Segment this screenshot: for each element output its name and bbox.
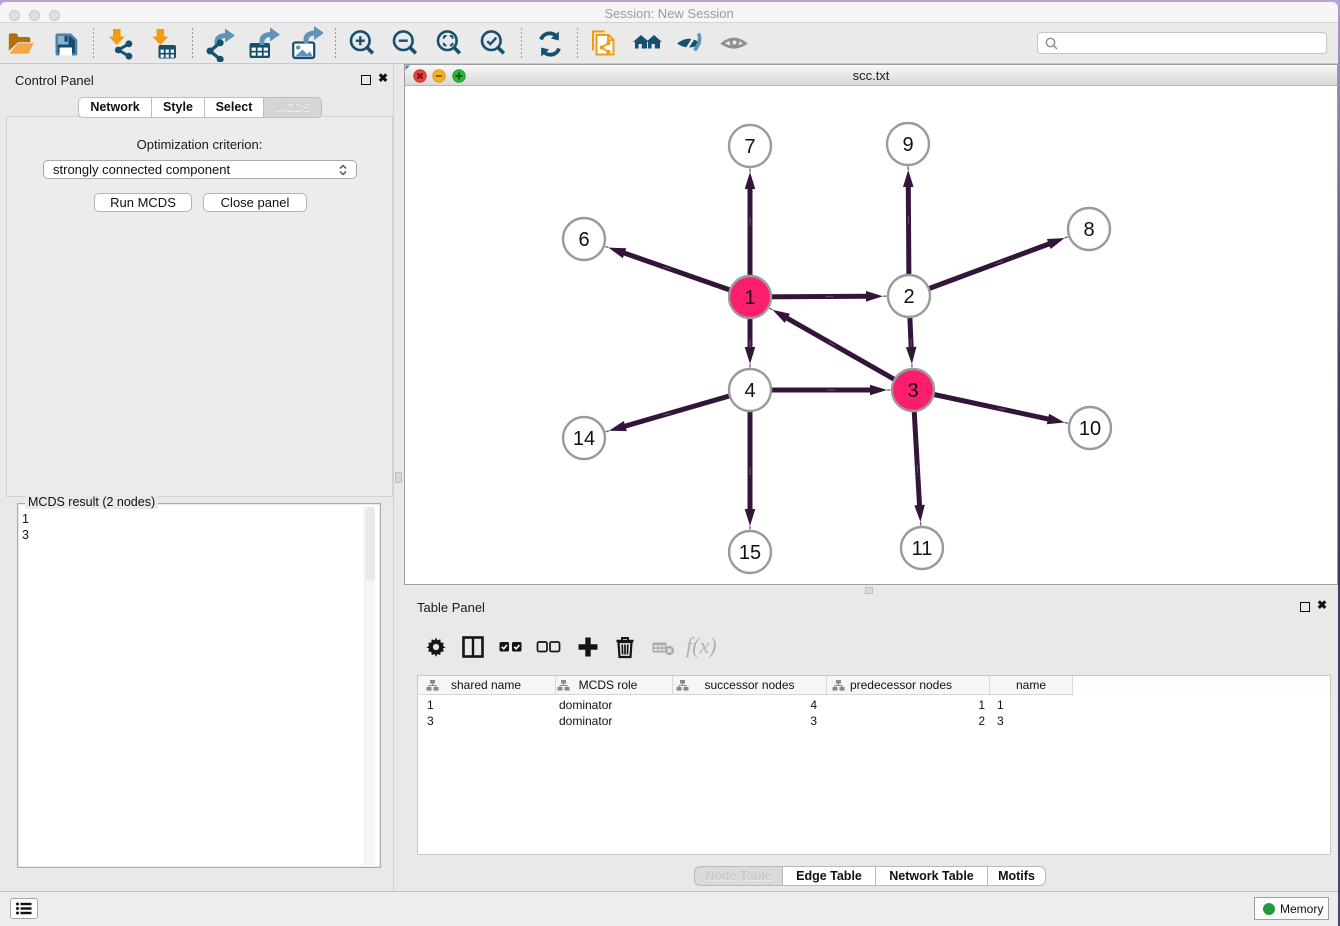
svg-text:9: 9 [902, 134, 913, 156]
svg-text:7: 7 [744, 136, 755, 158]
svg-text:10: 10 [1079, 418, 1101, 440]
svg-text:2: 2 [903, 286, 914, 308]
svg-text:1: 1 [744, 287, 755, 309]
svg-text:8: 8 [1083, 219, 1094, 241]
svg-text:15: 15 [739, 542, 761, 564]
svg-text:11: 11 [912, 538, 933, 560]
svg-text:6: 6 [578, 229, 589, 251]
svg-text:3: 3 [907, 380, 918, 402]
svg-text:14: 14 [573, 428, 595, 450]
svg-text:4: 4 [744, 380, 755, 402]
